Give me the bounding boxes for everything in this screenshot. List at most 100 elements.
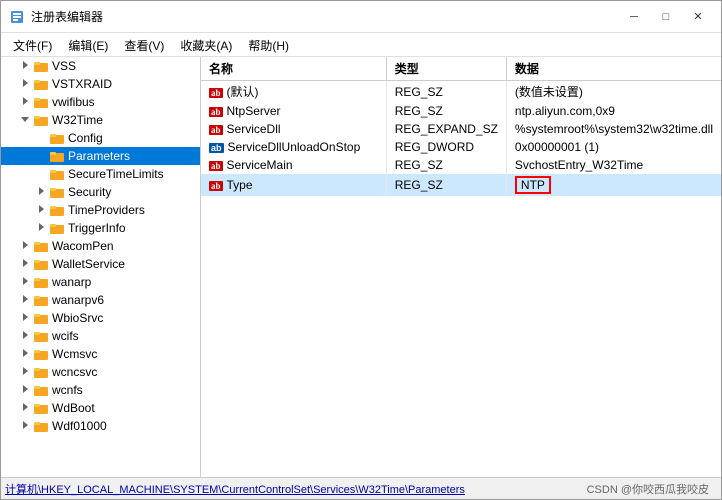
table-row[interactable]: abNtpServerREG_SZntp.aliyun.com,0x9 (201, 102, 721, 120)
tree-label: Wdf01000 (52, 419, 107, 433)
col-header-name: 名称 (201, 57, 386, 81)
registry-values-panel[interactable]: 名称 类型 数据 ab(默认)REG_SZ(数值未设置)abNtpServerR… (201, 57, 721, 477)
tree-label: wanarp (52, 275, 91, 289)
tree-item[interactable]: WalletService (1, 255, 200, 273)
folder-icon (33, 256, 49, 272)
table-header-row: 名称 类型 数据 (201, 57, 721, 81)
tree-expand-icon (17, 385, 33, 395)
menu-bar: 文件(F)编辑(E)查看(V)收藏夹(A)帮助(H) (1, 33, 721, 57)
registry-path: 计算机\HKEY_LOCAL_MACHINE\SYSTEM\CurrentCon… (5, 481, 465, 497)
folder-icon (33, 112, 49, 128)
cell-data: SvchostEntry_W32Time (506, 156, 721, 174)
tree-item[interactable]: vwifibus (1, 93, 200, 111)
cell-name: abServiceMain (201, 156, 386, 174)
menu-item[interactable]: 收藏夹(A) (172, 35, 240, 54)
registry-table: 名称 类型 数据 ab(默认)REG_SZ(数值未设置)abNtpServerR… (201, 57, 721, 196)
tree-label: VSS (52, 59, 76, 73)
folder-icon (33, 346, 49, 362)
table-row[interactable]: abServiceDllREG_EXPAND_SZ%systemroot%\sy… (201, 120, 721, 138)
tree-expand-icon (17, 367, 33, 377)
cell-type: REG_SZ (386, 81, 506, 103)
tree-expand-icon (17, 259, 33, 269)
col-header-type: 类型 (386, 57, 506, 81)
menu-item[interactable]: 查看(V) (116, 35, 172, 54)
tree-item[interactable]: WdBoot (1, 399, 200, 417)
cell-data: ntp.aliyun.com,0x9 (506, 102, 721, 120)
tree-label: TimeProviders (68, 203, 145, 217)
minimize-button[interactable]: ─ (619, 7, 649, 27)
tree-item[interactable]: wanarp (1, 273, 200, 291)
tree-label: WdBoot (52, 401, 95, 415)
col-header-data: 数据 (506, 57, 721, 81)
tree-expand-icon (17, 403, 33, 413)
cell-name: abType (201, 174, 386, 196)
tree-item[interactable]: Wcmsvc (1, 345, 200, 363)
table-row[interactable]: ab(默认)REG_SZ(数值未设置) (201, 81, 721, 103)
tree-expand-icon (33, 187, 49, 197)
tree-item[interactable]: VSTXRAID (1, 75, 200, 93)
close-button[interactable]: ✕ (683, 7, 713, 27)
tree-expand-icon (33, 223, 49, 233)
folder-icon (33, 418, 49, 434)
tree-label: Wcmsvc (52, 347, 97, 361)
folder-icon (49, 130, 65, 146)
menu-item[interactable]: 帮助(H) (240, 35, 297, 54)
cell-name: abNtpServer (201, 102, 386, 120)
status-bar: 计算机\HKEY_LOCAL_MACHINE\SYSTEM\CurrentCon… (1, 477, 721, 499)
cell-type: REG_SZ (386, 174, 506, 196)
maximize-button[interactable]: □ (651, 7, 681, 27)
tree-expand-icon (17, 349, 33, 359)
tree-item[interactable]: WbioSrvc (1, 309, 200, 327)
cell-data: 0x00000001 (1) (506, 138, 721, 156)
tree-item[interactable]: Parameters (1, 147, 200, 165)
table-row[interactable]: abServiceDllUnloadOnStopREG_DWORD0x00000… (201, 138, 721, 156)
window-title: 注册表编辑器 (31, 8, 103, 25)
tree-label: VSTXRAID (52, 77, 112, 91)
tree-item[interactable]: wcifs (1, 327, 200, 345)
folder-icon (49, 184, 65, 200)
cell-type: REG_SZ (386, 156, 506, 174)
table-row[interactable]: abTypeREG_SZNTP (201, 174, 721, 196)
cell-data: (数值未设置) (506, 81, 721, 103)
tree-item[interactable]: SecureTimeLimits (1, 165, 200, 183)
tree-label: SecureTimeLimits (68, 167, 164, 181)
tree-expand-icon (17, 277, 33, 287)
cell-type: REG_EXPAND_SZ (386, 120, 506, 138)
tree-expand-icon (17, 97, 33, 107)
menu-item[interactable]: 文件(F) (5, 35, 60, 54)
tree-expand-icon (17, 115, 33, 125)
tree-item[interactable]: WacomPen (1, 237, 200, 255)
folder-icon (33, 274, 49, 290)
folder-icon (33, 364, 49, 380)
tree-expand-icon (17, 61, 33, 71)
tree-label: Parameters (68, 149, 130, 163)
tree-label: wcifs (52, 329, 79, 343)
tree-item[interactable]: TriggerInfo (1, 219, 200, 237)
tree-item[interactable]: VSS (1, 57, 200, 75)
registry-tree[interactable]: VSS VSTXRAID vwifibus W32Time Config Paramete… (1, 57, 201, 477)
tree-item[interactable]: TimeProviders (1, 201, 200, 219)
tree-label: wcnfs (52, 383, 83, 397)
tree-expand-icon (17, 331, 33, 341)
tree-item[interactable]: Security (1, 183, 200, 201)
main-content: VSS VSTXRAID vwifibus W32Time Config Paramete… (1, 57, 721, 477)
table-row[interactable]: abServiceMainREG_SZSvchostEntry_W32Time (201, 156, 721, 174)
menu-item[interactable]: 编辑(E) (60, 35, 116, 54)
tree-expand-icon (17, 421, 33, 431)
tree-item[interactable]: Config (1, 129, 200, 147)
title-bar: 注册表编辑器 ─ □ ✕ (1, 1, 721, 33)
cell-type: REG_DWORD (386, 138, 506, 156)
tree-item[interactable]: wanarpv6 (1, 291, 200, 309)
tree-item[interactable]: wcnfs (1, 381, 200, 399)
cell-name: abServiceDllUnloadOnStop (201, 138, 386, 156)
tree-item[interactable]: wcncsvc (1, 363, 200, 381)
tree-label: Config (68, 131, 103, 145)
tree-label: W32Time (52, 113, 103, 127)
folder-icon (33, 238, 49, 254)
window-controls: ─ □ ✕ (619, 7, 713, 27)
tree-item[interactable]: Wdf01000 (1, 417, 200, 435)
folder-icon (33, 328, 49, 344)
tree-label: WacomPen (52, 239, 114, 253)
tree-label: wcncsvc (52, 365, 97, 379)
tree-item[interactable]: W32Time (1, 111, 200, 129)
